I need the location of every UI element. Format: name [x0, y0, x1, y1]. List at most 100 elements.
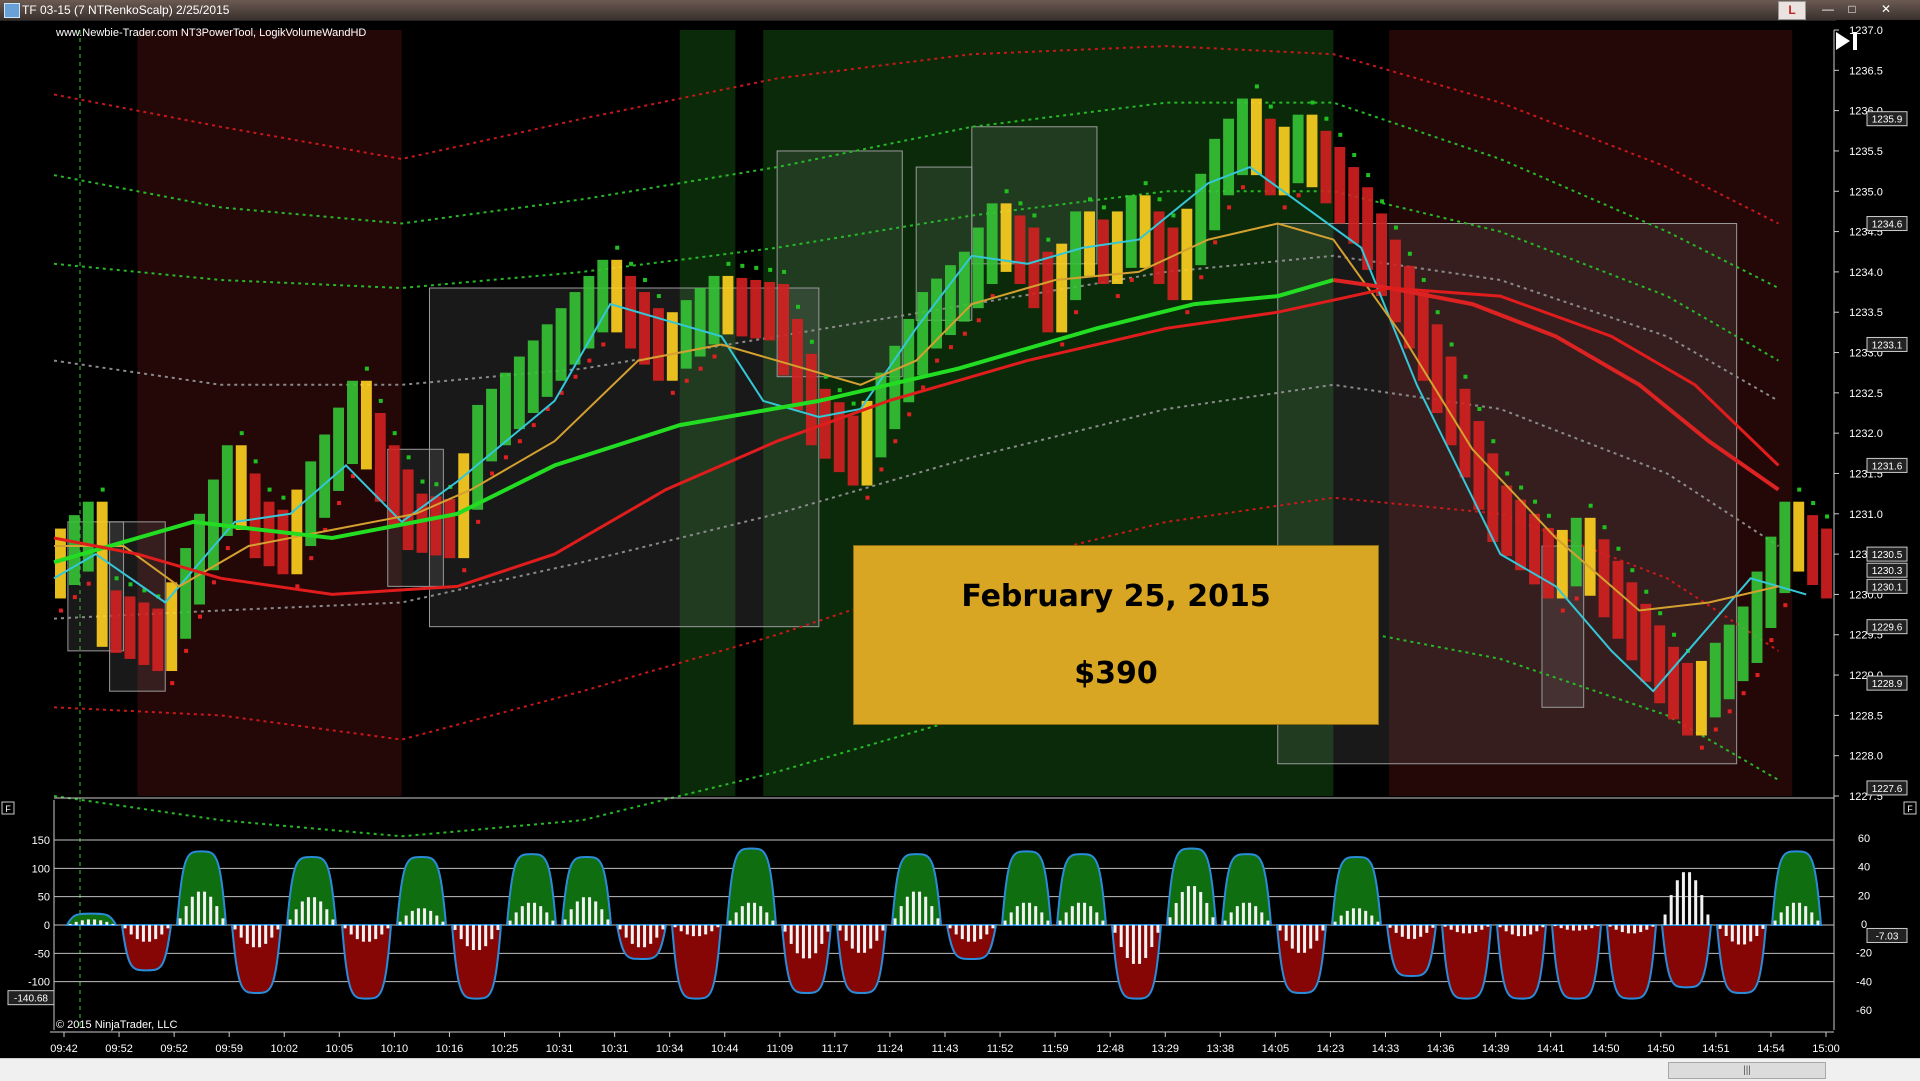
- x-tick-label: 14:33: [1372, 1043, 1400, 1055]
- stop-dot: [1644, 589, 1649, 594]
- renko-bar: [1695, 660, 1707, 736]
- osc-histogram-bar: [1455, 925, 1459, 933]
- link-button[interactable]: L: [1778, 1, 1806, 20]
- osc-histogram-bar: [380, 925, 384, 935]
- maximize-icon[interactable]: □: [1842, 1, 1862, 18]
- y-tick-label: 1236.5: [1849, 65, 1883, 77]
- osc-histogram-bar: [1021, 902, 1025, 925]
- osc-histogram-bar: [1633, 925, 1637, 934]
- osc-right-tick-label: -40: [1856, 976, 1872, 988]
- stop-dot: [1227, 205, 1232, 210]
- chart-canvas[interactable]: 1237.01236.51236.01235.51235.01234.51234…: [0, 20, 1920, 1058]
- osc-histogram-bar: [404, 915, 408, 925]
- stop-dot: [1616, 546, 1621, 551]
- stop-dot: [1797, 487, 1802, 492]
- osc-histogram-bar: [673, 925, 677, 928]
- stop-dot: [1129, 277, 1134, 282]
- osc-histogram-bar: [361, 925, 365, 942]
- stop-dot: [1380, 199, 1385, 204]
- stop-dot: [795, 304, 800, 309]
- osc-fill-wave: [1275, 924, 1328, 995]
- renko-bar: [625, 275, 637, 349]
- skip-to-end-icon[interactable]: [1834, 30, 1860, 52]
- stop-dot: [1157, 197, 1162, 202]
- stop-dot: [879, 467, 884, 472]
- renko-bar: [1070, 211, 1082, 301]
- x-tick-label: 15:00: [1812, 1043, 1840, 1055]
- horizontal-scrollbar[interactable]: |||: [0, 1058, 1920, 1081]
- osc-histogram-bar: [1669, 895, 1673, 925]
- app-icon: [4, 3, 20, 18]
- stop-dot: [851, 401, 856, 406]
- osc-right-tick-label: 0: [1861, 919, 1867, 931]
- osc-histogram-bar: [1339, 915, 1343, 925]
- stop-dot: [1769, 638, 1774, 643]
- osc-histogram-bar: [1559, 925, 1563, 929]
- price-marker-label: 1233.1: [1872, 340, 1903, 351]
- stop-dot: [462, 568, 467, 573]
- renko-bar: [694, 288, 706, 357]
- renko-bar: [1779, 501, 1791, 594]
- osc-histogram-bar: [325, 909, 329, 925]
- stop-dot: [948, 345, 953, 350]
- renko-bar: [583, 275, 595, 349]
- osc-histogram-bar: [1504, 925, 1508, 932]
- stop-dot: [573, 374, 578, 379]
- stop-dot: [1421, 277, 1426, 282]
- osc-histogram-bar: [991, 925, 995, 929]
- osc-histogram-bar: [838, 925, 842, 931]
- osc-histogram-bar: [649, 925, 653, 944]
- osc-histogram-bar: [1468, 925, 1472, 934]
- osc-histogram-bar: [1211, 917, 1215, 925]
- renko-bar: [736, 277, 748, 337]
- osc-histogram-bar: [1186, 886, 1190, 925]
- y-tick-label: 1235.0: [1849, 186, 1883, 198]
- stop-dot: [211, 580, 216, 585]
- osc-histogram-bar: [569, 909, 573, 925]
- osc-histogram-bar: [154, 925, 158, 940]
- renko-bar: [110, 590, 122, 653]
- osc-histogram-bar: [374, 925, 378, 940]
- annotation-date: February 25, 2015: [961, 579, 1271, 614]
- osc-histogram-bar: [459, 925, 463, 940]
- osc-histogram-bar: [319, 901, 323, 925]
- renko-bar: [1626, 582, 1638, 661]
- stop-dot: [962, 331, 967, 336]
- renko-bar: [1654, 625, 1666, 704]
- osc-histogram-bar: [606, 919, 610, 925]
- renko-bar: [374, 413, 386, 502]
- minimize-icon[interactable]: —: [1818, 1, 1838, 18]
- stop-dot: [184, 648, 189, 653]
- osc-histogram-bar: [1064, 912, 1068, 925]
- osc-histogram-bar: [814, 925, 818, 954]
- osc-fill-wave: [1055, 853, 1108, 926]
- osc-histogram-bar: [1743, 925, 1747, 945]
- renko-bar: [1209, 138, 1221, 231]
- renko-bar: [1445, 356, 1457, 446]
- osc-histogram-bar: [1266, 920, 1270, 925]
- close-icon[interactable]: ✕: [1866, 1, 1906, 18]
- osc-histogram-bar: [105, 921, 109, 925]
- x-tick-label: 14:05: [1262, 1043, 1290, 1055]
- price-marker-label: 1235.9: [1872, 115, 1903, 126]
- renko-bar: [500, 372, 511, 446]
- renko-bar: [1598, 539, 1610, 618]
- osc-histogram-bar: [520, 906, 524, 925]
- scrollbar-thumb[interactable]: |||: [1668, 1062, 1826, 1079]
- renko-bar: [861, 400, 873, 486]
- osc-histogram-bar: [1419, 925, 1423, 937]
- osc-fill-wave: [1550, 924, 1603, 1000]
- stop-dot: [1254, 84, 1259, 89]
- price-marker-label: 1234.6: [1872, 220, 1903, 231]
- osc-right-tick-label: -60: [1856, 1005, 1872, 1017]
- osc-right-tick-label: 60: [1858, 833, 1870, 845]
- osc-histogram-bar: [1034, 906, 1038, 925]
- osc-histogram-bar: [1193, 886, 1197, 925]
- osc-histogram-bar: [1724, 925, 1728, 937]
- osc-histogram-bar: [1119, 925, 1123, 948]
- x-tick-label: 10:02: [270, 1043, 298, 1055]
- renko-bar: [611, 259, 623, 333]
- stop-dot: [1018, 201, 1023, 206]
- renko-bar: [555, 308, 567, 381]
- stop-dot: [100, 487, 105, 492]
